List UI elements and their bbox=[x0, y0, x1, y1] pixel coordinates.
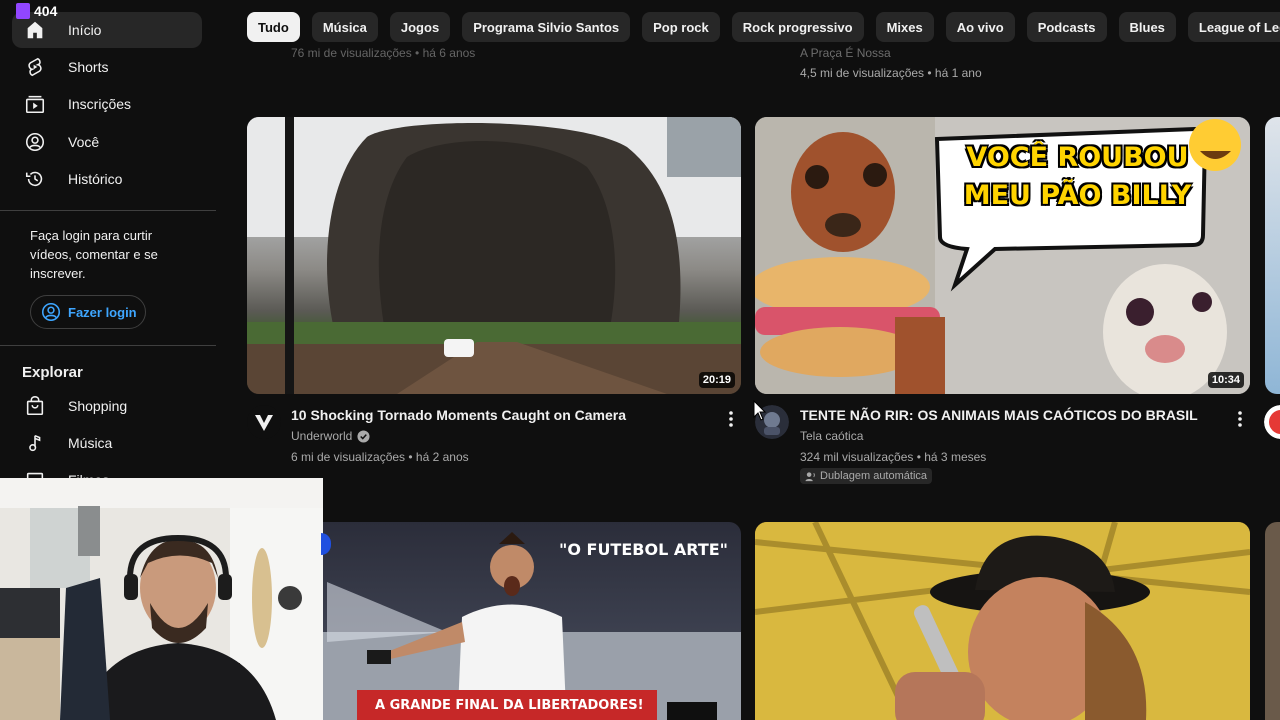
webcam-overlay bbox=[0, 478, 323, 720]
video-duration: 20:19 bbox=[698, 372, 735, 388]
shopping-bag-icon bbox=[26, 396, 44, 416]
sidebar-divider bbox=[0, 210, 216, 211]
chip-tudo[interactable]: Tudo bbox=[247, 12, 300, 42]
subscriptions-icon bbox=[25, 95, 45, 114]
more-options-icon[interactable] bbox=[1233, 409, 1247, 429]
channel-avatar[interactable] bbox=[247, 405, 281, 439]
partial-video-stats: 4,5 mi de visualizações • há 1 ano bbox=[800, 66, 982, 80]
video-duration: 10:34 bbox=[1207, 372, 1244, 388]
sidebar-item-historico[interactable]: Histórico bbox=[12, 161, 202, 197]
tornado-thumbnail-art bbox=[247, 117, 741, 394]
login-prompt: Faça login para curtir vídeos, comentar … bbox=[30, 228, 158, 281]
sidebar-item-label: Você bbox=[68, 134, 100, 150]
channel-name[interactable]: Tela caótica bbox=[800, 429, 863, 443]
thumbnail-caption: VOCÊ ROUBOU MEU PÃO BILLY bbox=[963, 142, 1192, 211]
sidebar-item-label: Inscrições bbox=[68, 96, 132, 112]
sidebar-item-voce[interactable]: Você bbox=[12, 124, 202, 160]
sidebar-item-inscricoes[interactable]: Inscrições bbox=[12, 86, 202, 122]
thumbnail-banner: A GRANDE FINAL DA LIBERTADORES! bbox=[375, 698, 644, 713]
sidebar-item-label: Música bbox=[68, 435, 113, 451]
chip-jogos[interactable]: Jogos bbox=[389, 12, 451, 42]
sidebar-item-musica[interactable]: Música bbox=[12, 425, 202, 461]
sidebar-item-label: Shorts bbox=[68, 59, 109, 75]
chip-pop-rock[interactable]: Pop rock bbox=[642, 12, 720, 42]
video-thumbnail[interactable] bbox=[1265, 117, 1280, 394]
video-title[interactable]: TENTE NÃO RIR: OS ANIMAIS MAIS CAÓTICOS … bbox=[800, 407, 1198, 423]
sidebar-item-label: Início bbox=[68, 22, 102, 38]
voice-icon bbox=[805, 471, 815, 481]
sidebar-divider bbox=[0, 345, 216, 346]
sidebar-item-label: Shopping bbox=[68, 398, 128, 414]
chip-programa-silvio-santos[interactable]: Programa Silvio Santos bbox=[462, 12, 631, 42]
filter-chips: Tudo Música Jogos Programa Silvio Santos… bbox=[247, 12, 1280, 42]
verified-icon bbox=[357, 429, 370, 443]
channel-name-label: Tela caótica bbox=[800, 429, 864, 443]
video-stats: 324 mil visualizações • há 3 meses bbox=[800, 450, 987, 464]
sidebar-item-label: Histórico bbox=[68, 171, 123, 187]
webcam-feed-art bbox=[0, 478, 323, 720]
video-thumbnail[interactable] bbox=[755, 522, 1250, 720]
account-icon bbox=[25, 132, 45, 152]
channel-avatar[interactable] bbox=[1264, 405, 1280, 439]
chip-rock-progressivo[interactable]: Rock progressivo bbox=[731, 12, 864, 42]
video-title[interactable]: 10 Shocking Tornado Moments Caught on Ca… bbox=[291, 407, 626, 423]
channel-name[interactable]: Underworld bbox=[291, 429, 370, 443]
video-stats: 6 mi de visualizações • há 2 anos bbox=[291, 450, 469, 464]
chip-podcasts[interactable]: Podcasts bbox=[1026, 12, 1107, 42]
chip-league-of-legends[interactable]: League of Legends C bbox=[1187, 12, 1280, 42]
viewer-count: 404 bbox=[34, 3, 58, 19]
stream-viewer-badge: 404 bbox=[16, 3, 57, 19]
sign-in-button[interactable]: Fazer login bbox=[30, 295, 146, 329]
video-thumbnail[interactable]: VOCÊ ROUBOU MEU PÃO BILLY 10:34 bbox=[755, 117, 1250, 394]
mouse-cursor-icon bbox=[753, 400, 767, 421]
twitch-icon bbox=[16, 3, 30, 19]
singer-thumbnail-art bbox=[755, 522, 1250, 720]
sidebar-item-shorts[interactable]: Shorts bbox=[12, 49, 202, 85]
account-icon bbox=[41, 302, 61, 322]
auto-dub-label: Dublagem automática bbox=[820, 470, 928, 482]
video-thumbnail[interactable]: 20:19 bbox=[247, 117, 741, 394]
chip-musica[interactable]: Música bbox=[311, 12, 378, 42]
partial-channel-name[interactable]: A Praça É Nossa bbox=[800, 46, 891, 60]
chip-mixes[interactable]: Mixes bbox=[875, 12, 934, 42]
music-note-icon bbox=[29, 434, 41, 452]
chip-blues[interactable]: Blues bbox=[1118, 12, 1176, 42]
shorts-icon bbox=[28, 57, 42, 77]
partial-video-stats: 76 mi de visualizações • há 6 anos bbox=[291, 46, 476, 60]
chip-ao-vivo[interactable]: Ao vivo bbox=[945, 12, 1015, 42]
more-options-icon[interactable] bbox=[724, 409, 738, 429]
thumbnail-caption: "O FUTEBOL ARTE" bbox=[559, 540, 728, 559]
sidebar-item-shopping[interactable]: Shopping bbox=[12, 388, 202, 424]
auto-dub-badge: Dublagem automática bbox=[800, 468, 933, 484]
home-icon bbox=[27, 21, 43, 39]
video-thumbnail[interactable] bbox=[1265, 522, 1280, 720]
explore-heading: Explorar bbox=[22, 364, 83, 381]
sign-in-label: Fazer login bbox=[68, 304, 137, 320]
channel-name-label: Underworld bbox=[291, 429, 353, 443]
history-icon bbox=[25, 171, 43, 187]
